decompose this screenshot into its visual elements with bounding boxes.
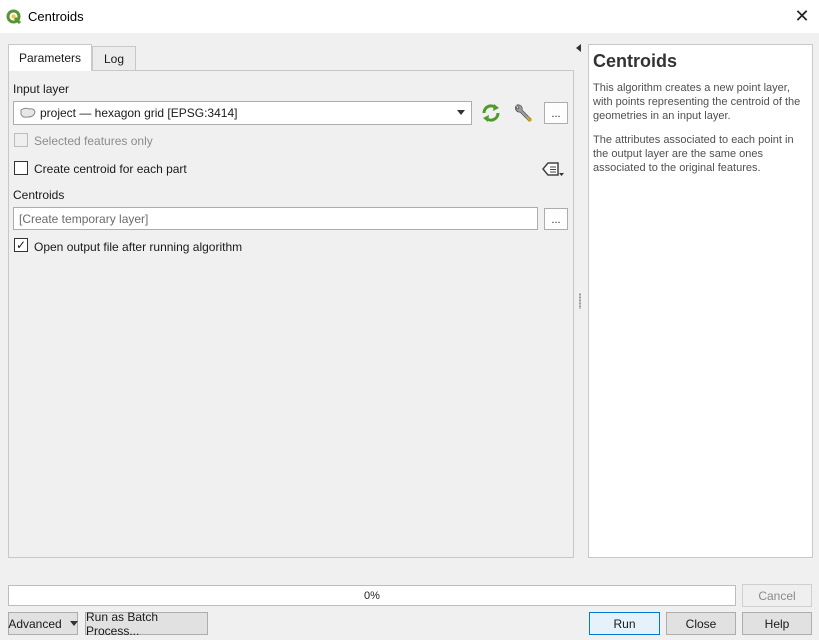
chevron-down-icon <box>457 110 465 115</box>
input-layer-more-button[interactable]: ... <box>544 102 568 124</box>
chevron-down-icon <box>69 621 78 626</box>
open-output-checkbox[interactable]: ✓ <box>14 238 28 252</box>
qgis-logo-icon <box>6 9 22 25</box>
input-layer-value: project — hexagon grid [EPSG:3414] <box>40 106 238 120</box>
each-part-label: Create centroid for each part <box>34 162 187 176</box>
input-layer-label: Input layer <box>13 82 70 96</box>
progress-text: 0% <box>364 589 380 602</box>
collapse-help-icon[interactable] <box>576 44 581 52</box>
tab-parameters[interactable]: Parameters <box>8 44 92 71</box>
centroids-output-field[interactable]: [Create temporary layer] <box>13 207 538 230</box>
progress-bar: 0% <box>8 585 736 606</box>
batch-process-button[interactable]: Run as Batch Process... <box>85 610 208 638</box>
help-button[interactable]: Help <box>742 612 812 635</box>
close-button[interactable]: Close <box>666 612 736 635</box>
help-paragraph-1: This algorithm creates a new point layer… <box>593 82 801 122</box>
iterate-over-layer-icon[interactable] <box>479 102 503 124</box>
tab-log[interactable]: Log <box>92 46 136 70</box>
title-bar: Centroids ✕ <box>0 0 819 33</box>
advanced-label: Advanced <box>8 616 62 631</box>
close-window-icon[interactable]: ✕ <box>787 0 817 33</box>
cancel-button[interactable]: Cancel <box>742 584 812 607</box>
centroids-more-button[interactable]: ... <box>544 208 568 230</box>
help-panel: Centroids This algorithm creates a new p… <box>588 44 813 558</box>
centroids-label: Centroids <box>13 188 65 202</box>
selected-features-checkbox[interactable] <box>14 133 28 147</box>
help-paragraph-2: The attributes associated to each point … <box>593 134 794 174</box>
wrench-icon[interactable] <box>511 102 535 124</box>
advanced-button[interactable]: Advanced <box>8 612 78 635</box>
data-defined-override-icon[interactable] <box>541 158 565 180</box>
each-part-checkbox[interactable] <box>14 161 28 175</box>
window-title: Centroids <box>28 9 84 24</box>
input-layer-combo[interactable]: project — hexagon grid [EPSG:3414] <box>13 101 472 125</box>
open-output-label: Open output file after running algorithm <box>34 240 243 254</box>
selected-features-label: Selected features only <box>34 134 153 148</box>
help-title: Centroids <box>593 51 678 71</box>
splitter-handle[interactable] <box>579 293 581 309</box>
polygon-layer-icon <box>19 106 37 120</box>
run-button[interactable]: Run <box>589 612 660 635</box>
